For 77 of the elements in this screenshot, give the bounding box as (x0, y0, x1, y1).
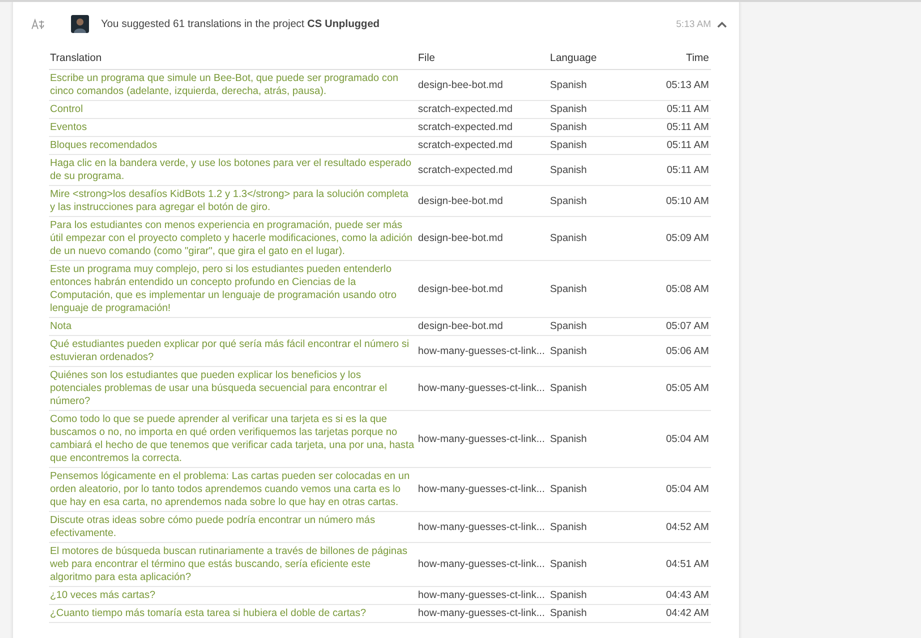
time-cell: 05:11 AM (649, 154, 711, 186)
language-cell: Spanish (549, 70, 649, 100)
column-header: Translation (49, 49, 417, 70)
translation-link[interactable]: Pensemos lógicamente en el problema: Las cartas pueden ser colocadas en un orden aleatorio, por lo tanto todos aprendemos cuando vemos una carta es lo que hay en esa carta, no aprendemos nada sobre lo que hay en otras cartas. (49, 468, 417, 512)
translation-link[interactable]: Bloques recomendados (49, 136, 417, 154)
translation-link[interactable]: Qué estudiantes pueden explicar por qué sería más fácil encontrar el número si estuvieran ordenados? (49, 336, 417, 366)
translation-link[interactable]: Mire <strong>los desafíos KidBots 1.2 y 1.3</strong> para la solución completa y las instrucciones para agregar el botón de giro. (49, 186, 417, 216)
translate-icon (31, 18, 45, 30)
file-name: scratch-expected.md (417, 154, 549, 186)
file-name: how-many-guesses-ct-link... (417, 604, 549, 622)
time-cell: 05:11 AM (649, 136, 711, 154)
translation-link[interactable]: Discute otras ideas sobre cómo puede podría encontrar un número más efectivamente. (49, 512, 417, 542)
time-cell: 05:13 AM (649, 70, 711, 100)
file-name: design-bee-bot.md (417, 260, 549, 318)
translation-link[interactable]: El motores de búsqueda buscan rutinariamente a través de billones de páginas web para encontrar el término que estás buscando, sería eficiente este algoritmo para esta aplicación? (49, 542, 417, 586)
time-cell: 05:05 AM (649, 366, 711, 410)
avatar (71, 15, 89, 33)
language-cell: Spanish (549, 100, 649, 118)
language-cell: Spanish (549, 318, 649, 336)
file-name: how-many-guesses-ct-link... (417, 410, 549, 468)
file-name: scratch-expected.md (417, 100, 549, 118)
translation-link[interactable]: Haga clic en la bandera verde, y use los botones para ver el resultado esperado de su programa. (49, 154, 417, 186)
column-header: Time (649, 49, 711, 70)
language-cell: Spanish (549, 336, 649, 366)
language-cell: Spanish (549, 410, 649, 468)
language-cell: Spanish (549, 468, 649, 512)
column-header: Language (549, 49, 649, 70)
file-name: how-many-guesses-ct-link... (417, 336, 549, 366)
language-cell: Spanish (549, 154, 649, 186)
language-cell: Spanish (549, 260, 649, 318)
time-cell: 05:08 AM (649, 260, 711, 318)
file-name: design-bee-bot.md (417, 186, 549, 216)
column-header: File (417, 49, 549, 70)
file-name: how-many-guesses-ct-link... (417, 366, 549, 410)
file-name: how-many-guesses-ct-link... (417, 512, 549, 542)
language-cell: Spanish (549, 118, 649, 136)
language-cell: Spanish (549, 136, 649, 154)
translation-link[interactable]: ¿Cuanto tiempo más tomaría esta tarea si hubiera el doble de cartas? (49, 604, 417, 622)
translation-link[interactable]: Este un programa muy complejo, pero si los estudiantes pueden entenderlo entonces habrán entendido un concepto profundo en Ciencias de la Computación, que es implementar un lenguaje de programación usando otro lenguaje de programación! (49, 260, 417, 318)
time-cell: 05:11 AM (649, 100, 711, 118)
collapse-button[interactable] (717, 20, 727, 28)
notification-time: 5:13 AM (676, 18, 711, 30)
time-cell: 05:10 AM (649, 186, 711, 216)
time-cell: 04:43 AM (649, 586, 711, 604)
language-cell: Spanish (549, 186, 649, 216)
language-cell: Spanish (549, 512, 649, 542)
file-name: how-many-guesses-ct-link... (417, 586, 549, 604)
file-name: scratch-expected.md (417, 136, 549, 154)
notification-message: You suggested 61 translations in the project CS Unplugged (101, 18, 381, 30)
translation-link[interactable]: ¿10 veces más cartas? (49, 586, 417, 604)
time-cell: 05:04 AM (649, 410, 711, 468)
translation-link[interactable]: Quiénes son los estudiantes que pueden explicar los beneficios y los potenciales problemas de usar una búsqueda secuencial para encontrar el número? (49, 366, 417, 410)
translation-link[interactable]: Eventos (49, 118, 417, 136)
translation-link[interactable]: Nota (49, 318, 417, 336)
time-cell: 05:09 AM (649, 216, 711, 260)
language-cell: Spanish (549, 216, 649, 260)
language-cell: Spanish (549, 586, 649, 604)
language-cell: Spanish (549, 542, 649, 586)
file-name: scratch-expected.md (417, 118, 549, 136)
language-cell: Spanish (549, 366, 649, 410)
translation-link[interactable]: Para los estudiantes con menos experiencia en programación, puede ser más útil empezar con el proyecto completo y hacerle modificaciones, como la adición de un nuevo comando (como "girar", que gira el gato en el lugar). (49, 216, 417, 260)
translation-link[interactable]: Escribe un programa que simule un Bee-Bot, que puede ser programado con cinco comandos (adelante, izquierda, derecha, atrás, pausa). (49, 70, 417, 100)
time-cell: 05:07 AM (649, 318, 711, 336)
translation-link[interactable]: Control (49, 100, 417, 118)
time-cell: 05:04 AM (649, 468, 711, 512)
file-name: design-bee-bot.md (417, 318, 549, 336)
time-cell: 04:52 AM (649, 512, 711, 542)
time-cell: 05:11 AM (649, 118, 711, 136)
translation-link[interactable]: Como todo lo que se puede aprender al verificar una tarjeta es si es la que buscamos o no, no importa en qué orden verifiquemos las tarjetas porque no cambiará el hecho de que tenemos que verificar cada tarjeta, una por una, hasta que encontremos la correcta. (49, 410, 417, 468)
file-name: how-many-guesses-ct-link... (417, 542, 549, 586)
time-cell: 04:51 AM (649, 542, 711, 586)
file-name: design-bee-bot.md (417, 70, 549, 100)
file-name: how-many-guesses-ct-link... (417, 468, 549, 512)
time-cell: 05:06 AM (649, 336, 711, 366)
time-cell: 04:42 AM (649, 604, 711, 622)
language-cell: Spanish (549, 604, 649, 622)
file-name: design-bee-bot.md (417, 216, 549, 260)
